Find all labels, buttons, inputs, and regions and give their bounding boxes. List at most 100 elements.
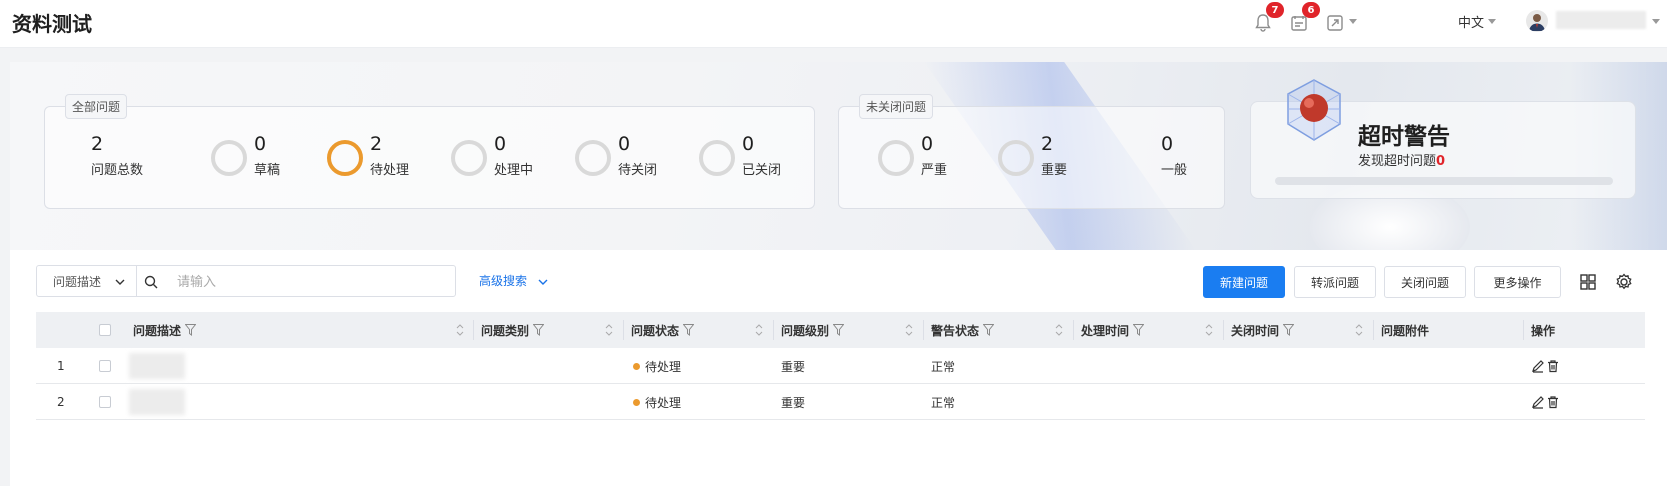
notification-button[interactable]: 7: [1250, 2, 1284, 36]
share-menu-button[interactable]: [1322, 10, 1348, 36]
sort-icon[interactable]: [1355, 323, 1363, 337]
timeout-subtitle-text: 发现超时问题: [1358, 154, 1437, 169]
avatar[interactable]: [1526, 10, 1548, 32]
transfer-issue-button[interactable]: 转派问题: [1294, 266, 1376, 298]
status-ring: [998, 140, 1034, 176]
new-issue-button[interactable]: 新建问题: [1203, 266, 1285, 298]
column-divider[interactable]: [923, 320, 924, 340]
table-row[interactable]: 2 待处理 重要 正常: [36, 384, 1645, 420]
column-divider[interactable]: [773, 320, 774, 340]
stat-value: 2: [370, 133, 383, 155]
timeout-progress-bar: [1275, 177, 1613, 185]
row-index: 2: [57, 395, 65, 409]
timeout-count: 0: [1436, 154, 1446, 169]
status-ring: [878, 140, 914, 176]
status-ring: [699, 140, 735, 176]
search-field-label: 问题描述: [53, 275, 102, 289]
filter-icon[interactable]: [833, 324, 845, 336]
column-label: 操作: [1531, 323, 1556, 338]
trash-icon[interactable]: [1546, 395, 1560, 409]
filter-icon[interactable]: [185, 324, 197, 336]
advanced-search-toggle[interactable]: 高级搜索: [479, 272, 549, 289]
open-issues-tag: 未关闭问题: [859, 94, 934, 119]
column-divider[interactable]: [1223, 320, 1224, 340]
column-header-status[interactable]: 问题状态: [631, 312, 695, 348]
column-label: 问题描述: [133, 323, 182, 338]
column-divider[interactable]: [1373, 320, 1374, 340]
warning-cell: 正常: [931, 395, 956, 410]
filter-icon[interactable]: [533, 324, 545, 336]
sort-icon[interactable]: [755, 323, 763, 337]
column-header-warning[interactable]: 警告状态: [931, 312, 995, 348]
column-divider[interactable]: [623, 320, 624, 340]
edit-icon[interactable]: [1531, 395, 1545, 409]
advanced-search-label: 高级搜索: [479, 274, 528, 288]
edit-icon[interactable]: [1531, 359, 1545, 373]
column-header-level[interactable]: 问题级别: [781, 312, 845, 348]
notification-badge: 7: [1266, 2, 1284, 18]
stat-value: 0: [1161, 133, 1174, 155]
stat-label: 待关闭: [618, 163, 658, 178]
user-icon: [1529, 14, 1545, 31]
filter-icon[interactable]: [683, 324, 695, 336]
grid-view-icon[interactable]: [1578, 272, 1598, 292]
status-ring: [451, 140, 487, 176]
language-select[interactable]: 中文: [1458, 12, 1484, 31]
gear-icon[interactable]: [1614, 272, 1634, 292]
row-checkbox[interactable]: [99, 360, 111, 372]
column-header-attachment: 问题附件: [1381, 312, 1429, 348]
all-issues-group: 全部问题 2 问题总数 0 草稿 2 待处理 0 处理中 0 待关闭 0 已关闭: [44, 94, 815, 209]
search-field-select[interactable]: 问题描述: [37, 266, 137, 296]
issue-description[interactable]: [129, 389, 185, 415]
task-button[interactable]: 6: [1286, 2, 1320, 36]
filter-icon[interactable]: [1283, 324, 1295, 336]
stat-label: 严重: [921, 163, 948, 178]
timeout-title: 超时警告: [1358, 124, 1450, 150]
issue-description[interactable]: [129, 353, 185, 379]
trash-icon[interactable]: [1546, 359, 1560, 373]
sort-icon[interactable]: [905, 323, 913, 337]
column-label: 问题状态: [631, 323, 680, 338]
search-input[interactable]: [177, 270, 437, 292]
column-divider[interactable]: [1523, 320, 1524, 340]
filter-icon[interactable]: [1133, 324, 1145, 336]
level-cell: 重要: [781, 395, 806, 410]
column-divider[interactable]: [1073, 320, 1074, 340]
stat-label: 问题总数: [91, 163, 144, 178]
top-header: 资料测试 7 6 中文: [0, 0, 1667, 48]
select-all-checkbox[interactable]: [99, 324, 111, 336]
more-actions-button[interactable]: 更多操作: [1474, 266, 1561, 298]
sort-icon[interactable]: [456, 323, 464, 337]
column-header-close-time[interactable]: 关闭时间: [1231, 312, 1295, 348]
stat-value: 0: [618, 133, 631, 155]
status-text: 待处理: [645, 359, 682, 374]
status-dot: [633, 362, 640, 370]
status-ring: [327, 140, 363, 176]
status-cell: 待处理: [633, 348, 681, 384]
column-header-category[interactable]: 问题类别: [481, 312, 545, 348]
column-divider[interactable]: [473, 320, 474, 340]
chevron-down-icon: [115, 279, 125, 285]
stat-value: 0: [742, 133, 755, 155]
status-dot: [633, 398, 640, 406]
stat-value: 2: [1041, 133, 1054, 155]
app-title: 资料测试: [12, 12, 92, 36]
column-label: 关闭时间: [1231, 323, 1280, 338]
column-label: 问题类别: [481, 323, 530, 338]
table-header: 问题描述 问题类别 问题状态 问题级别 警告状态 处理时间 关闭时间 问题附件 …: [36, 312, 1645, 348]
table-row[interactable]: 1 待处理 重要 正常: [36, 348, 1645, 384]
filter-icon[interactable]: [983, 324, 995, 336]
sort-icon[interactable]: [1055, 323, 1063, 337]
chevron-down-icon: [1349, 19, 1357, 24]
close-issue-button[interactable]: 关闭问题: [1384, 266, 1466, 298]
stat-label: 重要: [1041, 163, 1068, 178]
row-index: 1: [57, 359, 65, 373]
sort-icon[interactable]: [1205, 323, 1213, 337]
row-checkbox[interactable]: [99, 396, 111, 408]
username[interactable]: [1556, 11, 1646, 29]
sort-icon[interactable]: [605, 323, 613, 337]
column-header-description[interactable]: 问题描述: [133, 312, 197, 348]
chevron-down-icon: [538, 279, 548, 285]
column-header-handle-time[interactable]: 处理时间: [1081, 312, 1145, 348]
stat-label: 待处理: [370, 163, 410, 178]
